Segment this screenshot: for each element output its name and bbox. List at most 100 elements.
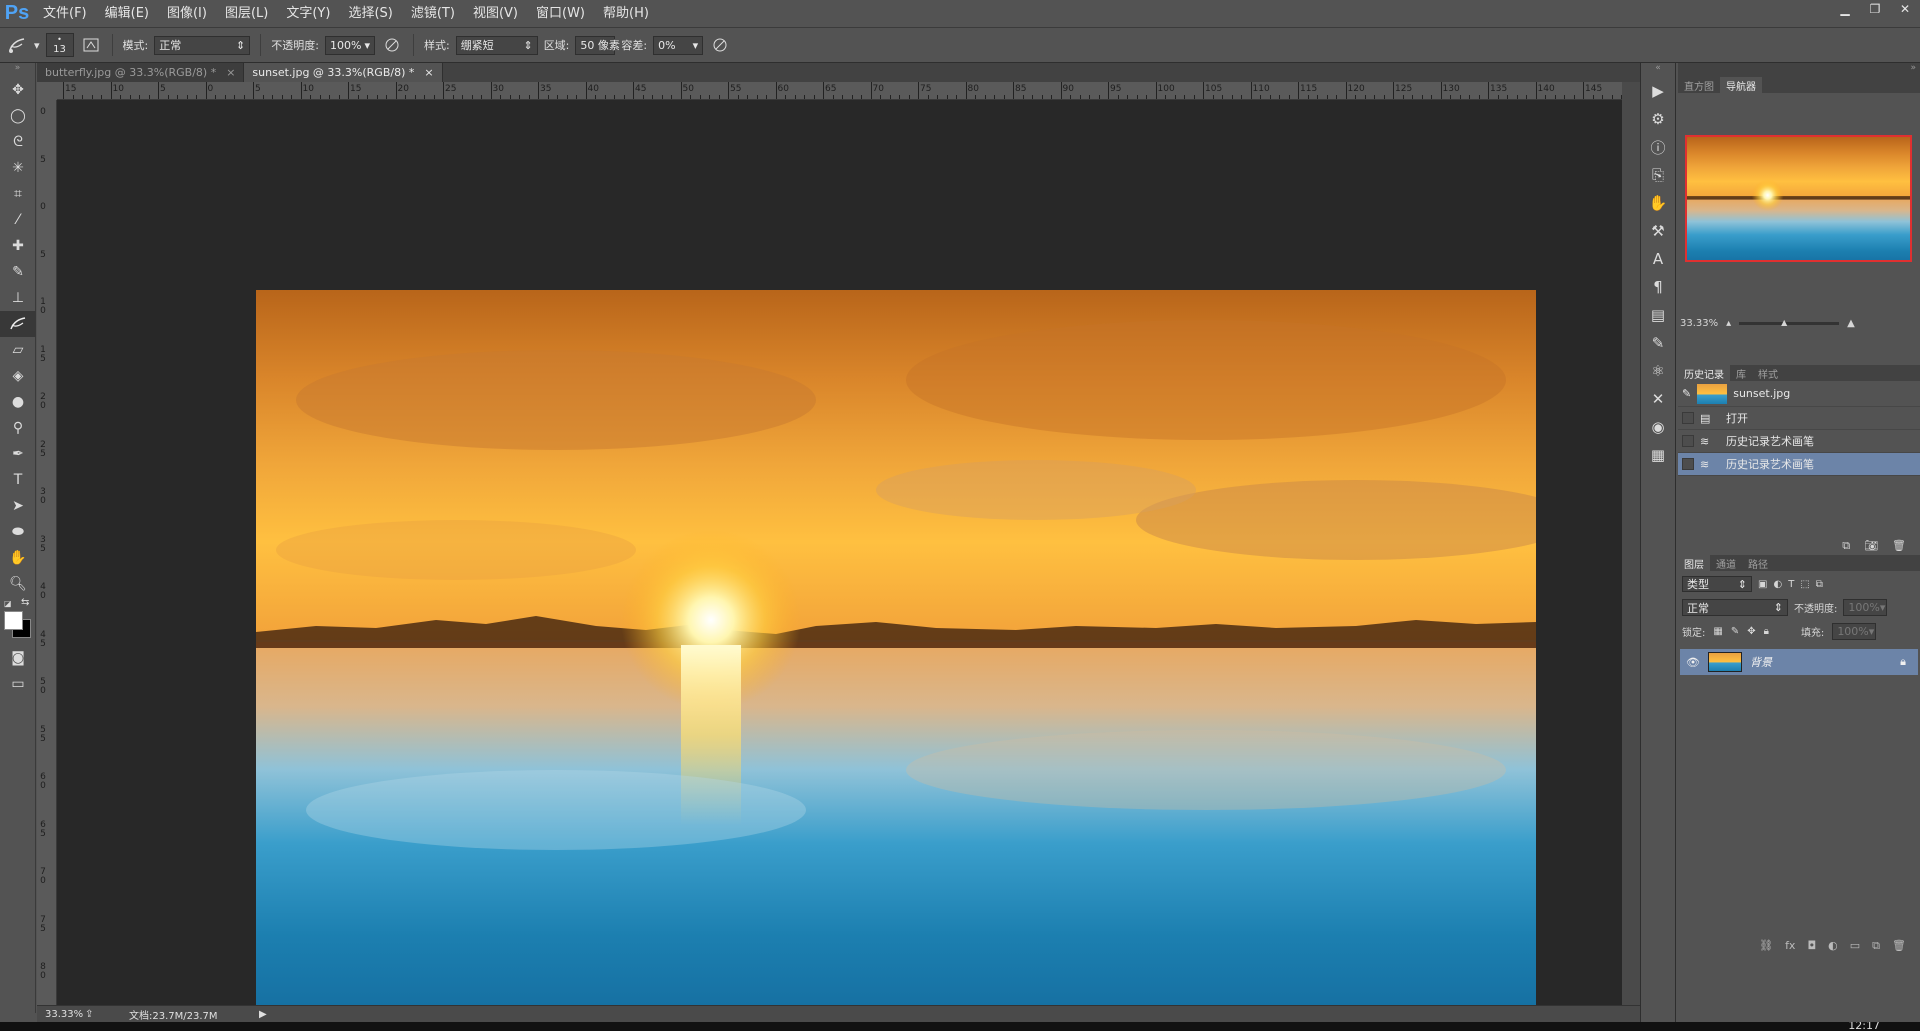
layer-comps-icon[interactable]: ▤	[1641, 301, 1675, 329]
layer-kind-filter[interactable]: 类型 ⇕	[1682, 576, 1752, 592]
layer-lock-icon[interactable]: 🔒︎	[1900, 655, 1918, 669]
horizontal-ruler[interactable]: 15 10 5 0 5 10 15 20 25 30 35 40 45 50 55 60 65 70 75 80 85 9…	[57, 82, 1622, 100]
layer-row-background[interactable]: 👁︎ 背景 🔒︎	[1680, 649, 1918, 675]
properties-icon[interactable]: ⚛	[1641, 357, 1675, 385]
collapse-arrows-icon[interactable]: »	[1678, 63, 1920, 77]
zoom-slider-thumb[interactable]: ▲	[1781, 318, 1787, 327]
layer-fx-icon[interactable]: fx	[1785, 939, 1795, 957]
hand-tool-icon[interactable]: ✋	[0, 545, 36, 571]
navigator-zoom-value[interactable]: 33.33%	[1680, 318, 1718, 329]
layer-name[interactable]: 背景	[1750, 654, 1892, 670]
tab-histogram[interactable]: 直方图	[1678, 77, 1720, 93]
trash-icon[interactable]: 🗑︎	[1892, 539, 1906, 555]
vertical-scrollbar[interactable]	[1622, 82, 1640, 1010]
area-input[interactable]: 50 像素	[575, 35, 620, 55]
navigator-preview[interactable]	[1685, 135, 1912, 262]
ruler-origin[interactable]	[37, 82, 57, 100]
zoom-slider[interactable]: ▲	[1739, 318, 1840, 327]
history-source-checkbox[interactable]	[1682, 435, 1694, 447]
minimize-button[interactable]: ▁	[1830, 0, 1860, 18]
tab-layers[interactable]: 图层	[1678, 555, 1710, 571]
filter-pixel-icon[interactable]: ▣	[1758, 579, 1767, 590]
zoom-level[interactable]: 33.33%	[37, 1009, 83, 1020]
tool-presets-icon[interactable]: ⚒	[1641, 217, 1675, 245]
history-item-selected[interactable]: ≋ 历史记录艺术画笔	[1678, 453, 1920, 476]
mode-select[interactable]: 正常 ⇕	[154, 35, 251, 55]
lock-paint-icon[interactable]: ✎	[1731, 626, 1739, 637]
menu-help[interactable]: 帮助(H)	[594, 0, 658, 27]
blur-tool-icon[interactable]: ●	[0, 389, 36, 415]
healing-brush-tool-icon[interactable]: ✚	[0, 233, 36, 259]
tab-channels[interactable]: 通道	[1710, 555, 1742, 571]
default-colors-icon[interactable]: ◪	[4, 599, 12, 608]
add-mask-icon[interactable]: ◘	[1807, 939, 1816, 957]
history-source-checkbox[interactable]	[1682, 412, 1694, 424]
visibility-eye-icon[interactable]: 👁︎	[1686, 656, 1700, 669]
tab-close-icon[interactable]: ×	[226, 66, 235, 79]
zoom-in-icon[interactable]: ▲	[1847, 318, 1855, 329]
swap-colors-icon[interactable]: ⇆	[21, 597, 29, 608]
screen-mode-icon[interactable]: ▭	[0, 671, 36, 697]
zoom-tool-icon[interactable]: 🔍︎	[0, 571, 36, 597]
ellipse-shape-tool-icon[interactable]: ⬬	[0, 519, 36, 545]
clone-stamp-tool-icon[interactable]: ⊥	[0, 285, 36, 311]
art-history-brush-tool-preset-icon[interactable]	[6, 34, 28, 56]
paragraph-icon[interactable]: ¶	[1641, 273, 1675, 301]
canvas-area[interactable]	[57, 100, 1622, 1010]
delete-layer-icon[interactable]: 🗑︎	[1892, 939, 1906, 957]
brush-size-picker[interactable]: • 13	[45, 33, 74, 57]
fill-input[interactable]: 100% ▾	[1832, 623, 1877, 640]
tab-paths[interactable]: 路径	[1742, 555, 1774, 571]
move-tool-icon[interactable]: ✥	[0, 77, 36, 103]
eraser-tool-icon[interactable]: ▱	[0, 337, 36, 363]
dropdown-arrow-icon[interactable]: ▾	[364, 39, 370, 52]
crop-tool-icon[interactable]: ⌗	[0, 181, 36, 207]
new-layer-icon[interactable]: ⧉	[1872, 939, 1880, 957]
dropdown-arrow-icon[interactable]: ▾	[1880, 601, 1886, 614]
menu-layer[interactable]: 图层(L)	[216, 0, 277, 27]
pen-tool-icon[interactable]: ✒	[0, 441, 36, 467]
play-icon[interactable]: ▶	[1641, 77, 1675, 105]
status-menu-arrow-icon[interactable]: ▶	[251, 1009, 267, 1020]
lock-transparent-icon[interactable]: ▦	[1713, 626, 1722, 637]
brush-panel-toggle-icon[interactable]	[80, 34, 102, 56]
swatches-grid-icon[interactable]: ▦	[1641, 441, 1675, 469]
menu-select[interactable]: 选择(S)	[339, 0, 401, 27]
tab-library[interactable]: 库	[1730, 365, 1752, 381]
history-item[interactable]: ≋ 历史记录艺术画笔	[1678, 430, 1920, 453]
close-button[interactable]: ✕	[1890, 0, 1920, 18]
clone-source-icon[interactable]: ⎘	[1641, 161, 1675, 189]
filter-type-icon[interactable]: T	[1788, 579, 1794, 590]
sunset-painting-image[interactable]	[256, 290, 1536, 1010]
menu-filter[interactable]: 滤镜(T)	[402, 0, 464, 27]
layer-opacity-input[interactable]: 100% ▾	[1843, 599, 1888, 616]
link-layers-icon[interactable]: ⛓	[1759, 939, 1773, 957]
collapse-arrows-icon[interactable]: «	[1641, 63, 1675, 77]
dodge-tool-icon[interactable]: ⚲	[0, 415, 36, 441]
blend-mode-select[interactable]: 正常 ⇕	[1682, 599, 1788, 616]
magic-wand-tool-icon[interactable]: ✳	[0, 155, 36, 181]
new-group-icon[interactable]: ▭	[1850, 939, 1860, 957]
new-document-icon[interactable]: ⧉	[1842, 539, 1850, 555]
tab-navigator[interactable]: 导航器	[1720, 77, 1762, 93]
tools-close-icon[interactable]: ✕	[1641, 385, 1675, 413]
vertical-ruler[interactable]: 0 5 0 5 1 0 1 5 2 0 2 5 3 0 3 5 4 0 4 5 5 0 5 5 6 0 6 5…	[37, 100, 57, 1010]
tolerance-input[interactable]: 0% ▾	[653, 35, 704, 55]
path-selection-tool-icon[interactable]: ➤	[0, 493, 36, 519]
menu-window[interactable]: 窗口(W)	[527, 0, 594, 27]
menu-type[interactable]: 文字(Y)	[277, 0, 339, 27]
paint-bucket-tool-icon[interactable]: ◈	[0, 363, 36, 389]
camera-snapshot-icon[interactable]: 📷︎	[1864, 539, 1878, 555]
type-tool-icon[interactable]: T	[0, 467, 36, 493]
ellipse-marquee-tool-icon[interactable]: ◯	[0, 103, 36, 129]
tab-butterfly[interactable]: butterfly.jpg @ 33.3%(RGB/8) * ×	[37, 63, 245, 82]
filter-shape-icon[interactable]: ⬚	[1800, 579, 1809, 590]
adjustments-icon[interactable]: ⚙	[1641, 105, 1675, 133]
menu-file[interactable]: 文件(F)	[34, 0, 96, 27]
filter-adjustment-icon[interactable]: ◐	[1773, 579, 1782, 590]
collapse-arrows-icon[interactable]: »	[0, 63, 35, 77]
history-source-brush-icon[interactable]: ✎	[1682, 387, 1691, 400]
history-snapshot[interactable]: ✎ sunset.jpg	[1678, 381, 1920, 407]
3d-icon[interactable]: ◉	[1641, 413, 1675, 441]
dropdown-arrow-icon[interactable]: ▾	[1869, 625, 1875, 638]
